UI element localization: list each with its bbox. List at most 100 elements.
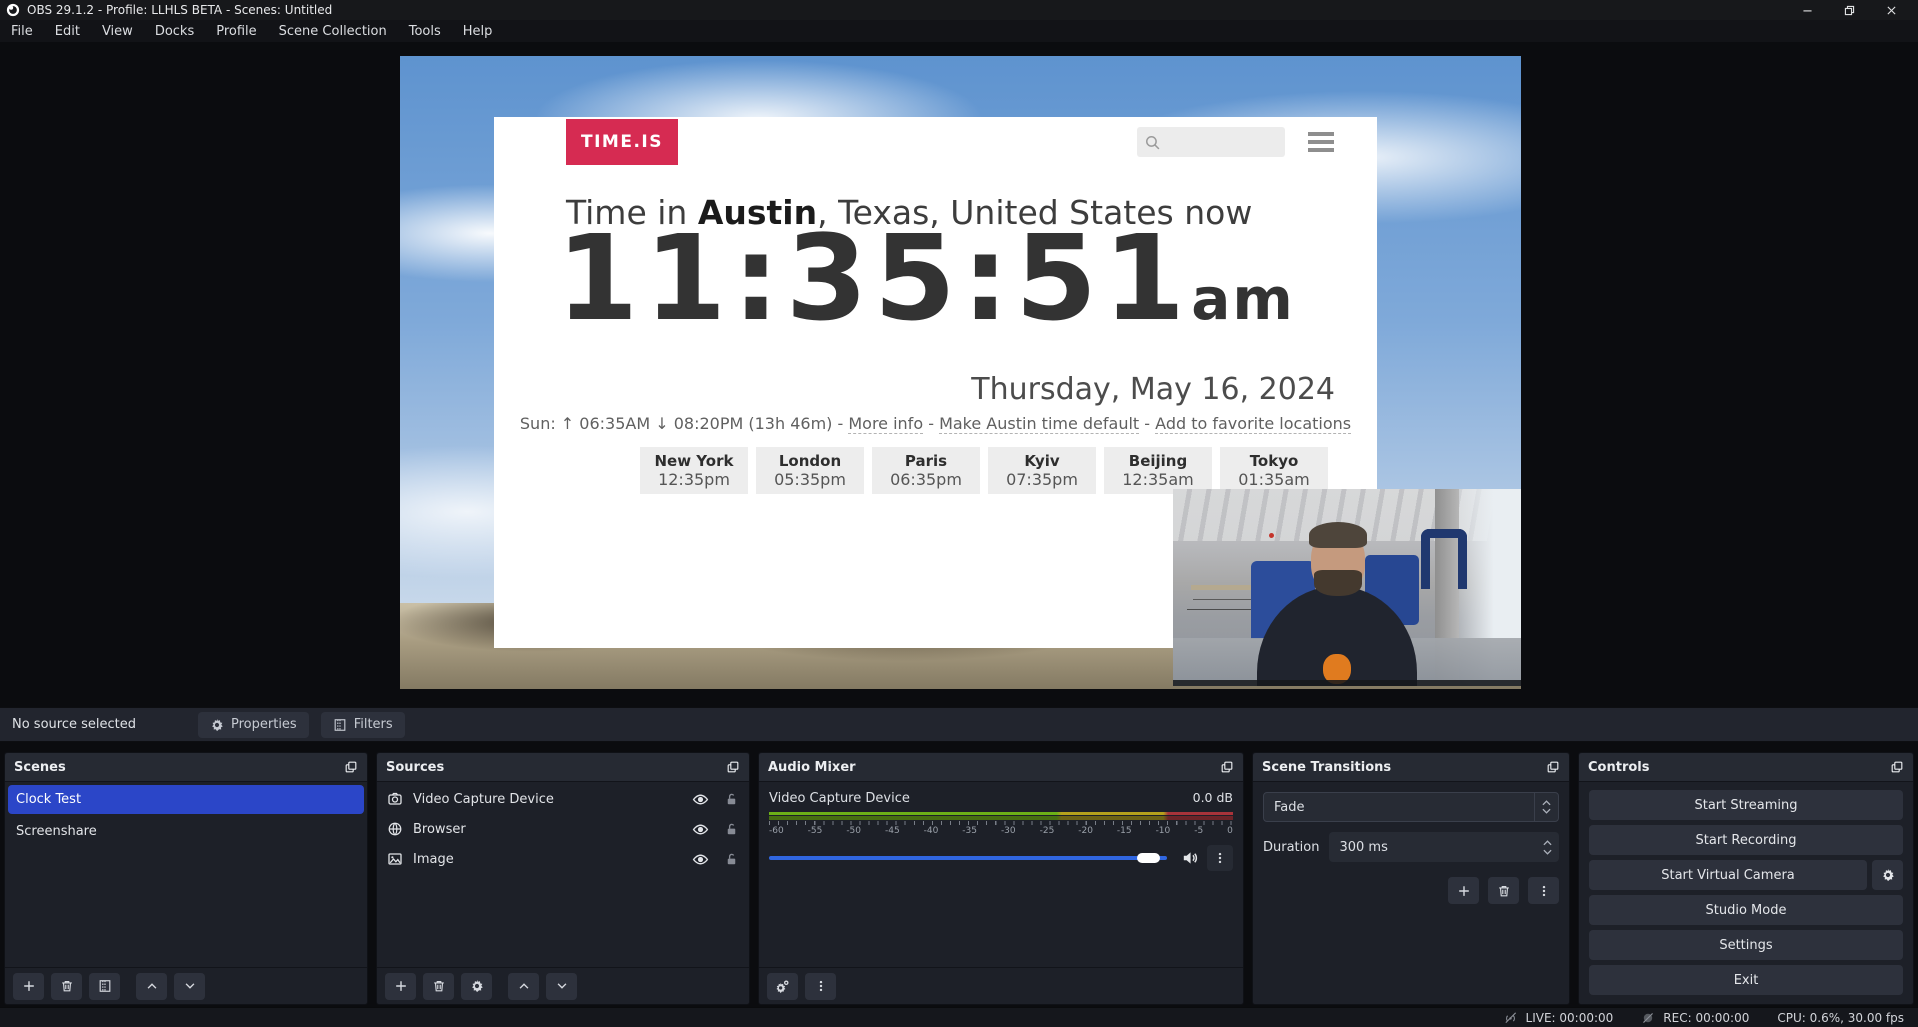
virtual-camera-settings-button[interactable] (1872, 860, 1903, 890)
studio-mode-button[interactable]: Studio Mode (1589, 895, 1903, 925)
world-times-row: New York 12:35pm London 05:35pm Paris 06… (640, 447, 1328, 494)
popout-icon[interactable] (726, 760, 740, 774)
move-scene-up-button[interactable] (136, 973, 167, 1000)
record-inactive-icon (1641, 1011, 1655, 1025)
settings-button[interactable]: Settings (1589, 930, 1903, 960)
spin-chevrons-icon[interactable] (1543, 832, 1552, 862)
visibility-eye-icon[interactable] (692, 821, 709, 838)
combo-chevrons-icon (1534, 793, 1558, 821)
preview-canvas[interactable]: TIME.IS Time in Austin, Texas, United St… (400, 56, 1521, 689)
no-source-selected-label: No source selected (12, 717, 136, 732)
menu-file[interactable]: File (0, 20, 44, 42)
source-row-video-capture[interactable]: Video Capture Device (377, 784, 749, 814)
source-row-image[interactable]: Image (377, 844, 749, 874)
menu-edit[interactable]: Edit (44, 20, 91, 42)
scenes-panel: Scenes Clock Test Screenshare (4, 752, 368, 1005)
visibility-eye-icon[interactable] (692, 791, 709, 808)
start-streaming-button[interactable]: Start Streaming (1589, 790, 1903, 820)
world-time-tokyo: Tokyo 01:35am (1220, 447, 1328, 494)
menu-profile[interactable]: Profile (205, 20, 267, 42)
popout-icon[interactable] (1220, 760, 1234, 774)
close-button[interactable] (1870, 0, 1912, 20)
properties-button[interactable]: Properties (198, 712, 309, 738)
exit-button[interactable]: Exit (1589, 965, 1903, 995)
popout-icon[interactable] (1890, 760, 1904, 774)
remove-transition-button[interactable] (1488, 877, 1519, 904)
live-status: LIVE: 00:00:00 (1503, 1010, 1614, 1025)
start-virtual-camera-button[interactable]: Start Virtual Camera (1589, 860, 1867, 890)
minimize-button[interactable] (1786, 0, 1828, 20)
mixer-channel-menu-button[interactable] (1207, 845, 1233, 871)
lock-icon[interactable] (724, 822, 739, 837)
add-scene-button[interactable] (13, 973, 44, 1000)
visibility-eye-icon[interactable] (692, 851, 709, 868)
volume-slider[interactable] (769, 848, 1173, 868)
mixer-channel-name: Video Capture Device (769, 791, 910, 806)
clock-ampm: am (1191, 265, 1295, 333)
sources-panel-title: Sources (386, 760, 444, 775)
preview-area: TIME.IS Time in Austin, Texas, United St… (0, 42, 1918, 707)
globe-icon (387, 821, 403, 837)
volume-slider-handle[interactable] (1137, 853, 1160, 863)
remove-scene-button[interactable] (51, 973, 82, 1000)
popout-icon[interactable] (1546, 760, 1560, 774)
timeis-logo: TIME.IS (566, 119, 678, 165)
volume-meter-bottom (769, 816, 1233, 820)
audio-mixer-toolbar (759, 967, 1243, 1004)
start-recording-button[interactable]: Start Recording (1589, 825, 1903, 855)
rec-status: REC: 00:00:00 (1641, 1011, 1749, 1025)
world-time-london: London 05:35pm (756, 447, 864, 494)
menu-help[interactable]: Help (452, 20, 504, 42)
controls-panel: Controls Start Streaming Start Recording… (1578, 752, 1914, 1005)
menu-tools[interactable]: Tools (398, 20, 452, 42)
scene-transitions-panel-title: Scene Transitions (1262, 760, 1391, 775)
webcam-bottom-edge (1173, 680, 1521, 686)
restore-button[interactable] (1828, 0, 1870, 20)
gear-icon (1881, 868, 1895, 882)
clock-digits: 11:35:51 (556, 209, 1191, 347)
world-time-kyiv: Kyiv 07:35pm (988, 447, 1096, 494)
obs-window: OBS 29.1.2 - Profile: LLHLS BETA - Scene… (0, 0, 1918, 1027)
filter-icon (333, 718, 347, 732)
transition-value: Fade (1264, 800, 1534, 815)
filters-button[interactable]: Filters (321, 712, 405, 738)
scene-transitions-panel: Scene Transitions Fade Duration (1252, 752, 1570, 1005)
image-icon (387, 851, 403, 867)
transition-menu-button[interactable] (1528, 877, 1559, 904)
obs-logo-icon (6, 3, 20, 17)
scenes-panel-title: Scenes (14, 760, 66, 775)
webcam-overlay (1173, 489, 1521, 686)
duration-label: Duration (1263, 840, 1319, 855)
menu-view[interactable]: View (91, 20, 144, 42)
remove-source-button[interactable] (423, 973, 454, 1000)
scene-item-screenshare[interactable]: Screenshare (8, 817, 364, 846)
sources-toolbar (377, 967, 749, 1004)
source-properties-button[interactable] (461, 973, 492, 1000)
timeis-clock: 11:35:51am (494, 217, 1357, 341)
add-transition-button[interactable] (1448, 877, 1479, 904)
timeis-search-box (1137, 127, 1285, 157)
menu-bar: File Edit View Docks Profile Scene Colle… (0, 20, 1918, 42)
transition-select[interactable]: Fade (1263, 792, 1559, 822)
scene-filters-button[interactable] (89, 973, 120, 1000)
menu-scene-collection[interactable]: Scene Collection (268, 20, 398, 42)
duration-spinbox[interactable]: 300 ms (1329, 832, 1559, 862)
move-scene-down-button[interactable] (174, 973, 205, 1000)
advanced-audio-button[interactable] (767, 973, 798, 1000)
popout-icon[interactable] (344, 760, 358, 774)
meter-tick-labels: -60-55-50-45-40-35-30-25-20-15-10-50 (769, 826, 1233, 836)
menu-docks[interactable]: Docks (144, 20, 205, 42)
mixer-menu-button[interactable] (805, 973, 836, 1000)
scene-item-clock-test[interactable]: Clock Test (8, 785, 364, 814)
add-source-button[interactable] (385, 973, 416, 1000)
world-time-beijing: Beijing 12:35am (1104, 447, 1212, 494)
speaker-icon[interactable] (1181, 849, 1199, 867)
source-row-browser[interactable]: Browser (377, 814, 749, 844)
lock-icon[interactable] (724, 792, 739, 807)
move-source-up-button[interactable] (508, 973, 539, 1000)
lock-icon[interactable] (724, 852, 739, 867)
scenes-toolbar (5, 967, 367, 1004)
title-bar: OBS 29.1.2 - Profile: LLHLS BETA - Scene… (0, 0, 1918, 20)
stream-inactive-icon (1503, 1010, 1518, 1025)
move-source-down-button[interactable] (546, 973, 577, 1000)
